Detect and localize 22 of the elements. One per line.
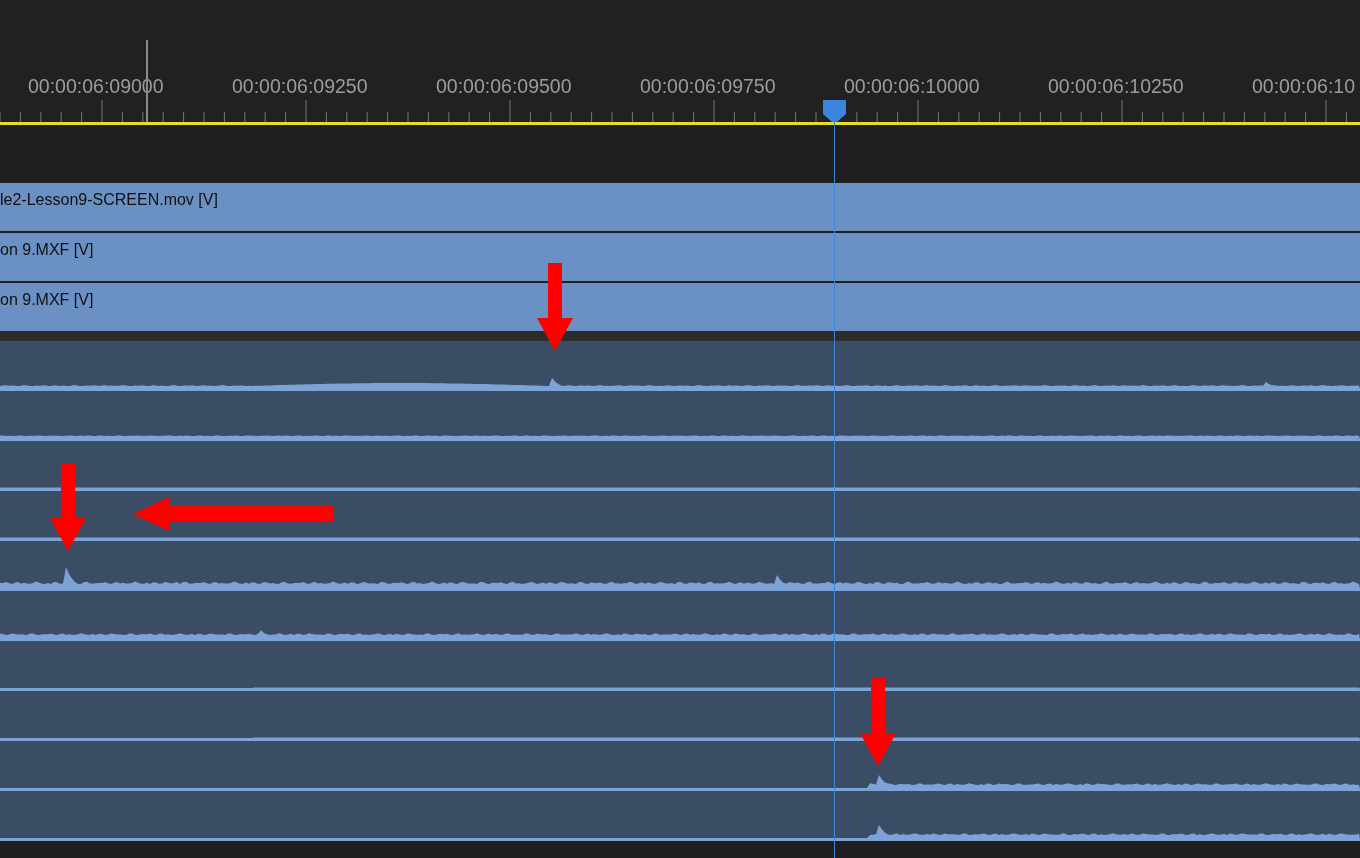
audio-clip[interactable]	[0, 741, 1360, 791]
video-clip[interactable]: on 9.MXF [V]	[0, 233, 1360, 281]
timecode-label: 00:00:06:10	[1252, 74, 1356, 99]
audio-clip[interactable]	[0, 441, 1360, 491]
audio-clip[interactable]	[0, 691, 1360, 741]
audio-clip[interactable]	[0, 391, 1360, 441]
audio-clip[interactable]	[0, 541, 1360, 591]
audio-clip[interactable]	[0, 641, 1360, 691]
timecode-label: 00:00:06:10000	[844, 74, 981, 99]
clip-name: on 9.MXF [V]	[0, 290, 95, 310]
timecode-label: 00:00:06:10250	[1048, 74, 1185, 99]
video-clip[interactable]: le2-Lesson9-SCREEN.mov [V]	[0, 183, 1360, 231]
audio-clip[interactable]	[0, 791, 1360, 841]
clip-name: le2-Lesson9-SCREEN.mov [V]	[0, 190, 219, 210]
timecode-label: 00:00:06:09250	[232, 74, 369, 99]
clip-name: on 9.MXF [V]	[0, 240, 95, 260]
audio-clip[interactable]	[0, 341, 1360, 391]
timecode-label: 00:00:06:09750	[640, 74, 777, 99]
timecode-label: 00:00:06:09500	[436, 74, 573, 99]
video-clip[interactable]: on 9.MXF [V]	[0, 283, 1360, 331]
audio-clip[interactable]	[0, 591, 1360, 641]
audio-clip[interactable]	[0, 491, 1360, 541]
